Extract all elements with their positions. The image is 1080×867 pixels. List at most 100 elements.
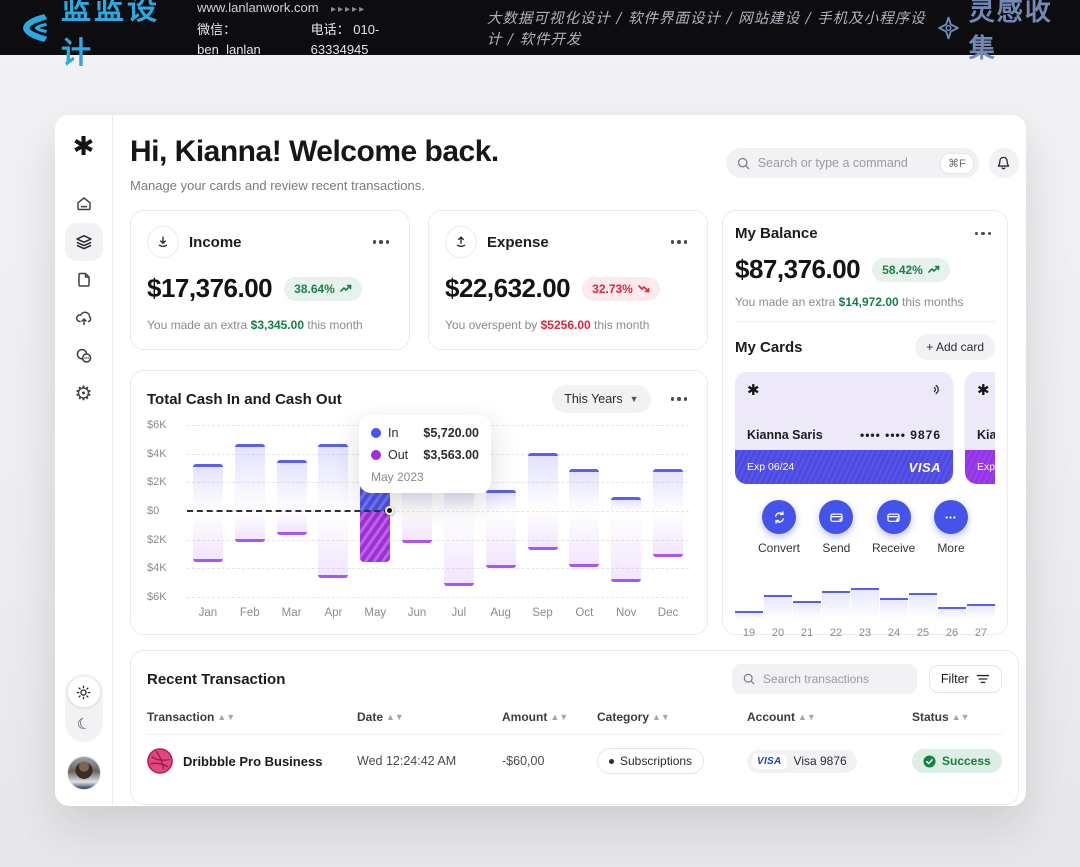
- dark-mode-button[interactable]: ☾: [68, 709, 100, 739]
- table-header-row: Transaction▲▼ Date▲▼ Amount▲▼ Category▲▼…: [147, 710, 1002, 735]
- page-title: Hi, Kianna! Welcome back.: [130, 135, 499, 169]
- tooltip-out-value: $3,563.00: [423, 448, 479, 462]
- sidebar: ✱: [55, 115, 113, 806]
- theme-toggle: ☾: [65, 674, 103, 742]
- notifications-button[interactable]: [989, 148, 1019, 178]
- logo-text: 蓝蓝设计: [61, 0, 171, 72]
- income-card: Income $17,376.00 38.64%: [130, 210, 410, 350]
- services-list: 大数据可视化设计 / 软件界面设计 / 网站建设 / 手机及小程序设计 / 软件…: [487, 7, 936, 49]
- column-transaction[interactable]: Transaction▲▼: [147, 710, 357, 724]
- expense-more-menu[interactable]: [667, 236, 692, 248]
- sidebar-item-dashboard[interactable]: [65, 223, 103, 261]
- convert-button[interactable]: Convert: [753, 500, 805, 555]
- chevron-down-icon: ▼: [630, 394, 639, 404]
- search-icon: [742, 672, 756, 686]
- balance-label: My Balance: [735, 225, 818, 242]
- card-masked-number: •••• •••• 9876: [860, 428, 941, 442]
- dribbble-icon: [147, 748, 173, 774]
- site-url: www.lanlanwork.com: [197, 0, 318, 15]
- expense-note: You overspent by $5256.00 this month: [445, 318, 691, 332]
- arrows-decoration: ▸▸▸▸▸: [331, 4, 366, 15]
- expense-amount: $22,632.00: [445, 273, 570, 304]
- credit-card-1[interactable]: ✱ Kianna Saris •••• •••• 9876: [735, 372, 953, 484]
- more-button[interactable]: More: [925, 500, 977, 555]
- visa-chip-icon: VISA: [752, 754, 787, 769]
- balance-trend-badge: 58.42%: [872, 258, 950, 282]
- light-mode-button[interactable]: [68, 677, 100, 707]
- sidebar-item-settings[interactable]: ⚙: [65, 375, 103, 413]
- balance-note: You made an extra $14,972.00 this months: [735, 295, 995, 309]
- chart-more-menu[interactable]: [667, 393, 692, 405]
- tooltip-in-value: $5,720.00: [423, 426, 479, 440]
- tooltip-period: May 2023: [371, 470, 479, 484]
- receive-button[interactable]: Receive: [868, 500, 920, 555]
- filter-button[interactable]: Filter: [929, 665, 1002, 693]
- command-search[interactable]: ⌘F: [726, 148, 979, 178]
- credit-card-2[interactable]: ✱ Kianna Saris Exp 06/24: [965, 372, 995, 484]
- transaction-name: Dribbble Pro Business: [183, 754, 322, 769]
- wechat-contact: 微信： ben_lanlan: [197, 20, 285, 59]
- sort-icon: ▲▼: [952, 712, 970, 722]
- receive-icon: [885, 509, 902, 526]
- sidebar-item-documents[interactable]: [65, 261, 103, 299]
- column-date[interactable]: Date▲▼: [357, 710, 502, 724]
- bell-icon: [995, 155, 1012, 172]
- sort-icon: ▲▼: [217, 712, 235, 722]
- balance-amount: $87,376.00: [735, 254, 860, 285]
- page-subtitle: Manage your cards and review recent tran…: [130, 178, 499, 193]
- filter-icon: [976, 673, 990, 685]
- status-badge: Success: [912, 749, 1002, 773]
- out-series-dot: [371, 450, 381, 460]
- user-avatar[interactable]: [67, 756, 101, 790]
- transactions-search-input[interactable]: [763, 672, 907, 686]
- column-status[interactable]: Status▲▼: [912, 710, 1002, 724]
- gear-icon: ⚙: [75, 384, 93, 404]
- sun-icon: [75, 684, 92, 701]
- column-account[interactable]: Account▲▼: [747, 710, 912, 724]
- expense-icon: [445, 226, 477, 258]
- transaction-amount: -$60,00: [502, 754, 597, 768]
- send-icon: [828, 509, 845, 526]
- send-button[interactable]: Send: [810, 500, 862, 555]
- period-selector[interactable]: This Years ▼: [552, 385, 650, 413]
- column-category[interactable]: Category▲▼: [597, 710, 747, 724]
- sort-icon: ▲▼: [386, 712, 404, 722]
- transactions-search[interactable]: [732, 664, 917, 694]
- home-icon: [74, 194, 94, 214]
- tooltip-in-label: In: [388, 426, 398, 440]
- income-more-menu[interactable]: [369, 236, 394, 248]
- card-holder-name: Kianna Saris: [747, 428, 823, 442]
- column-amount[interactable]: Amount▲▼: [502, 710, 597, 724]
- cashflow-chart-panel: Total Cash In and Cash Out This Years ▼ …: [130, 370, 708, 635]
- balance-more-menu[interactable]: [971, 228, 996, 240]
- tooltip-out-label: Out: [388, 448, 408, 462]
- contactless-icon: [925, 382, 941, 398]
- my-cards-title: My Cards: [735, 339, 803, 356]
- sort-icon: ▲▼: [550, 712, 568, 722]
- cards-carousel: ✱ Kianna Saris •••• •••• 9876: [735, 372, 995, 484]
- dashboard-panel: ✱: [55, 115, 1026, 806]
- expense-label: Expense: [487, 234, 549, 251]
- table-row[interactable]: Dribbble Pro Business Wed 12:24:42 AM -$…: [147, 735, 1002, 787]
- income-trend-badge: 38.64%: [284, 277, 362, 301]
- chart-tooltip: In $5,720.00 Out $3,563.00 May 2023: [359, 415, 491, 493]
- add-card-button[interactable]: + Add card: [915, 334, 995, 360]
- selected-point-marker: [385, 506, 394, 515]
- search-input[interactable]: [758, 156, 933, 170]
- lanlan-logo: 蓝蓝设计: [18, 0, 171, 72]
- more-icon: [942, 509, 959, 526]
- recent-transactions-panel: Recent Transaction Filter Transaction: [130, 650, 1019, 805]
- sort-icon: ▲▼: [652, 712, 670, 722]
- convert-icon: [771, 509, 788, 526]
- category-dot-icon: [609, 759, 614, 764]
- card-expiry: Exp 06/24: [977, 461, 995, 473]
- sparkle-star-icon: [936, 13, 961, 43]
- expense-card: Expense $22,632.00 32.73%: [428, 210, 708, 350]
- in-series-dot: [371, 428, 381, 438]
- inspiration-collect: 灵感收集: [936, 0, 1062, 65]
- sidebar-item-home[interactable]: [65, 185, 103, 223]
- trend-up-icon: [340, 284, 352, 293]
- sidebar-item-messages[interactable]: [65, 337, 103, 375]
- shortcut-badge: ⌘F: [940, 153, 974, 174]
- sidebar-item-cloud[interactable]: [65, 299, 103, 337]
